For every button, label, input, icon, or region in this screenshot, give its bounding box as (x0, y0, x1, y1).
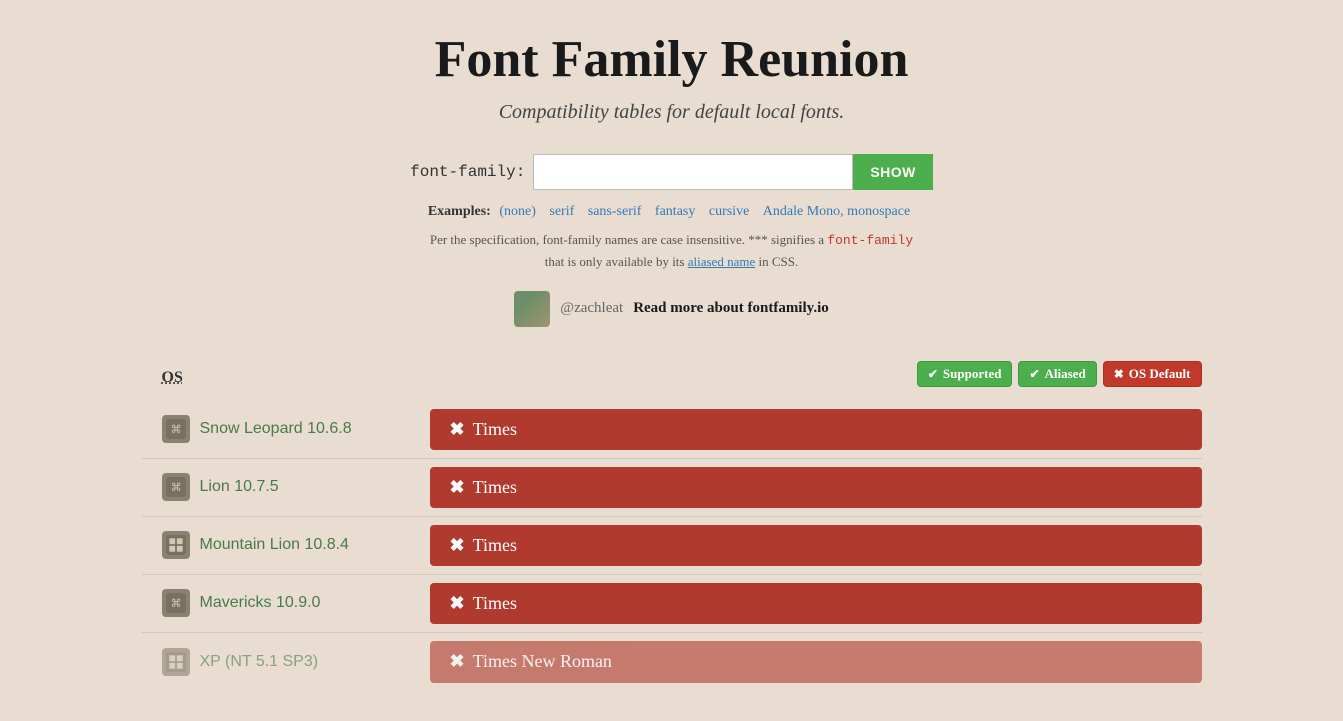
table-row: ⌘ Snow Leopard 10.6.8 ✖ Times (142, 401, 1202, 459)
alias-link[interactable]: aliased name (688, 254, 756, 269)
spec-note: Per the specification, font-family names… (142, 230, 1202, 273)
font-cell: ✖ Times (422, 575, 1202, 632)
font-cell: ✖ Times New Roman (422, 633, 1202, 691)
os-column-header: OS (162, 369, 442, 387)
os-icon (162, 531, 190, 559)
legend-aliased: Aliased (1018, 361, 1096, 387)
font-cell: ✖ Times (422, 459, 1202, 516)
font-name: Times (473, 593, 517, 614)
os-name: Mavericks 10.9.0 (200, 594, 321, 612)
os-name: Snow Leopard 10.6.8 (200, 420, 352, 438)
svg-text:⌘: ⌘ (170, 424, 181, 436)
page-title: Font Family Reunion (142, 30, 1202, 89)
legend-os-default: OS Default (1103, 361, 1202, 387)
font-badge: ✖ Times (430, 583, 1202, 624)
example-andale-mono[interactable]: Andale Mono, monospace (763, 204, 910, 219)
x-icon: ✖ (450, 651, 465, 672)
os-rows-container: ⌘ Snow Leopard 10.6.8 ✖ Times ⌘ Lion 10.… (142, 401, 1202, 691)
os-icon: ⌘ (162, 473, 190, 501)
font-cell: ✖ Times (422, 517, 1202, 574)
os-name: Lion 10.7.5 (200, 478, 279, 496)
os-cell: Mountain Lion 10.8.4 (142, 517, 422, 574)
page-subtitle: Compatibility tables for default local f… (142, 101, 1202, 124)
x-icon: ✖ (450, 593, 465, 614)
font-name: Times (473, 535, 517, 556)
os-icon: ⌘ (162, 589, 190, 617)
table-row: Mountain Lion 10.8.4 ✖ Times (142, 517, 1202, 575)
x-icon: ✖ (450, 535, 465, 556)
author-line: @zachleat Read more about fontfamily.io (142, 291, 1202, 327)
example-none[interactable]: (none) (499, 204, 536, 219)
font-name: Times New Roman (473, 651, 612, 672)
search-bar: font-family: SHOW (142, 154, 1202, 190)
example-cursive[interactable]: cursive (709, 204, 749, 219)
table-row: ⌘ Mavericks 10.9.0 ✖ Times (142, 575, 1202, 633)
table-row: ⌘ Lion 10.7.5 ✖ Times (142, 459, 1202, 517)
author-avatar (514, 291, 550, 327)
search-label: font-family: (410, 163, 525, 181)
spec-code: font-family (827, 233, 913, 248)
os-cell: ⌘ Snow Leopard 10.6.8 (142, 401, 422, 458)
check-icon (928, 366, 938, 382)
table-row: XP (NT 5.1 SP3) ✖ Times New Roman (142, 633, 1202, 691)
table-header: OS Supported Aliased OS Default (142, 355, 1202, 401)
legend-supported: Supported (917, 361, 1013, 387)
examples-line: Examples: (none) serif sans-serif fantas… (142, 204, 1202, 220)
author-avatar-image (514, 291, 550, 327)
font-name: Times (473, 419, 517, 440)
font-badge: ✖ Times (430, 467, 1202, 508)
x-icon: ✖ (450, 477, 465, 498)
os-name: Mountain Lion 10.8.4 (200, 536, 349, 554)
example-sans-serif[interactable]: sans-serif (588, 204, 642, 219)
font-badge: ✖ Times New Roman (430, 641, 1202, 683)
os-name: XP (NT 5.1 SP3) (200, 653, 319, 671)
os-icon: ⌘ (162, 415, 190, 443)
example-fantasy[interactable]: fantasy (655, 204, 695, 219)
author-handle: @zachleat (560, 300, 623, 317)
font-badge: ✖ Times (430, 409, 1202, 450)
os-icon (162, 648, 190, 676)
x-icon: ✖ (450, 419, 465, 440)
show-button[interactable]: SHOW (853, 154, 933, 190)
spec-note-alias: that is only available by its aliased na… (545, 254, 798, 269)
os-cell: ⌘ Lion 10.7.5 (142, 459, 422, 516)
example-serif[interactable]: serif (549, 204, 574, 219)
os-cell: XP (NT 5.1 SP3) (142, 633, 422, 691)
read-more-link[interactable]: Read more about fontfamily.io (633, 300, 829, 317)
x-icon-legend (1114, 366, 1124, 382)
os-cell: ⌘ Mavericks 10.9.0 (142, 575, 422, 632)
search-input[interactable] (533, 154, 853, 190)
font-cell: ✖ Times (422, 401, 1202, 458)
svg-text:⌘: ⌘ (170, 482, 181, 494)
font-name: Times (473, 477, 517, 498)
check-icon-2 (1029, 366, 1039, 382)
font-badge: ✖ Times (430, 525, 1202, 566)
svg-text:⌘: ⌘ (170, 598, 181, 610)
examples-label: Examples: (428, 204, 491, 219)
